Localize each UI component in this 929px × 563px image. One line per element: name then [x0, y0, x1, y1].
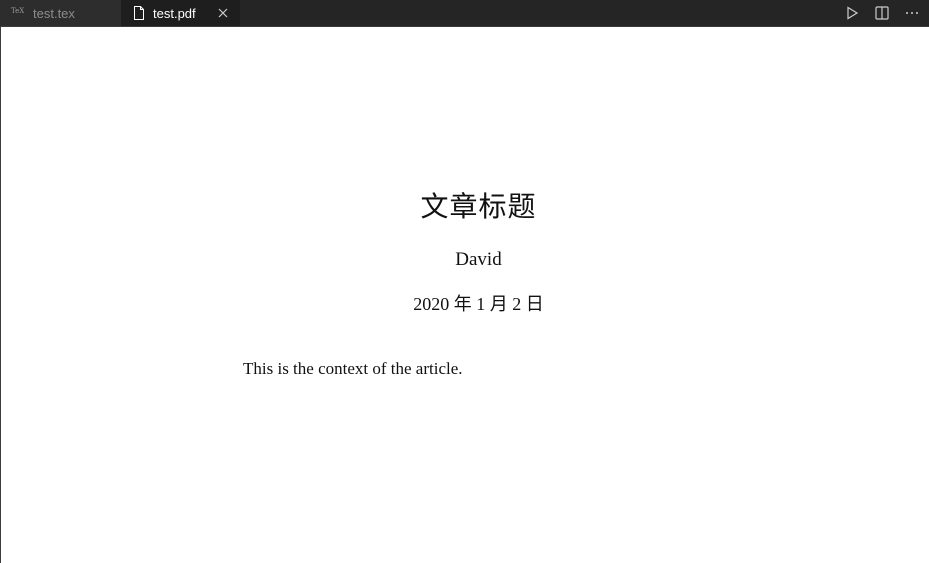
- close-tab-icon[interactable]: [215, 5, 231, 21]
- tab-test-pdf[interactable]: test.pdf: [121, 0, 240, 26]
- tex-icon: TeX: [11, 6, 25, 15]
- split-editor-button[interactable]: [867, 0, 897, 26]
- tab-bar-spacer: [240, 0, 837, 26]
- document-body: This is the context of the article.: [243, 359, 463, 378]
- more-icon: [906, 12, 918, 14]
- document-title: 文章标题: [420, 190, 537, 223]
- tab-label: test.tex: [33, 5, 75, 21]
- more-actions-button[interactable]: [897, 0, 927, 26]
- editor-actions: [837, 0, 929, 26]
- tab-test-tex[interactable]: TeX test.tex: [0, 0, 121, 26]
- split-editor-icon: [875, 6, 889, 20]
- editor-tab-bar: TeX test.tex test.pdf: [0, 0, 929, 26]
- file-icon: [134, 6, 144, 20]
- play-icon: [847, 6, 859, 20]
- pdf-page: 文章标题 David 2020 年 1 月 2 日 This is the co…: [1, 27, 929, 563]
- document-author: David: [455, 249, 502, 270]
- tab-label: test.pdf: [153, 5, 196, 21]
- document-date: 2020 年 1 月 2 日: [413, 294, 544, 314]
- run-button[interactable]: [837, 0, 867, 26]
